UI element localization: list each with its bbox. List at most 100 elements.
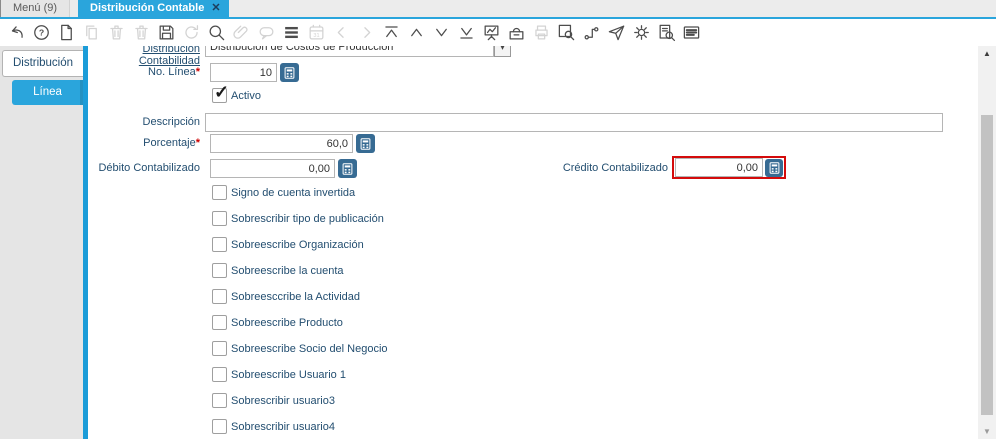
save-icon[interactable] [157, 23, 176, 42]
chevron-down-icon[interactable]: ▾ [494, 46, 511, 57]
calculator-icon [342, 162, 353, 175]
calculator-button[interactable] [280, 63, 299, 82]
row-checkbox: Sobreescribe Usuario 1 [88, 367, 978, 389]
calculator-icon [769, 161, 779, 174]
descripcion-input[interactable] [205, 113, 943, 132]
vertical-scrollbar[interactable]: ▲ ▼ [978, 46, 996, 439]
application-window: Menú (9) Distribución Contable ✕ ? 31 Dis… [0, 0, 996, 439]
distribucion-combobox[interactable] [205, 46, 494, 57]
report-icon[interactable] [657, 23, 676, 42]
credito-label: Crédito Contabilizado [562, 162, 668, 174]
parent-record-icon [332, 23, 351, 42]
previous-record-icon[interactable] [407, 23, 426, 42]
attachment-icon [232, 23, 251, 42]
tab-distribucion-contable[interactable]: Distribución Contable ✕ [78, 0, 229, 17]
calculator-icon [360, 137, 371, 150]
find-icon[interactable] [207, 23, 226, 42]
checkbox-sobreescribe-actividad[interactable] [212, 289, 227, 304]
checkbox-label: Sobreescribe la cuenta [231, 265, 344, 277]
row-checkbox: Sobreescribe Producto [88, 315, 978, 337]
help-icon[interactable]: ? [32, 23, 51, 42]
checkbox-sobrescribir-tipo-publicacion[interactable] [212, 211, 227, 226]
calculator-button[interactable] [356, 134, 375, 153]
checkbox-sobrescribir-usuario3[interactable] [212, 393, 227, 408]
send-mail-icon[interactable] [607, 23, 626, 42]
copy-record-icon [82, 23, 101, 42]
refresh-icon [182, 23, 201, 42]
checkbox-signo-cuenta-invertida[interactable] [212, 185, 227, 200]
window-tab-bar: Menú (9) Distribución Contable ✕ [0, 0, 996, 17]
sidebar-tab-panel: Distribución Línea [0, 46, 83, 439]
required-mark: * [195, 137, 200, 149]
calculator-button[interactable] [765, 158, 783, 177]
calculator-icon [284, 66, 295, 79]
print-icon [532, 23, 551, 42]
close-icon[interactable]: ✕ [211, 0, 220, 17]
row-no-linea: No. Línea* [88, 62, 978, 84]
row-activo: Activo [88, 82, 978, 110]
no-linea-label: No. Línea* [148, 66, 200, 78]
detail-record-icon [357, 23, 376, 42]
row-checkbox: Sobrescribir usuario4 [88, 419, 978, 439]
checkbox-label: Sobreesccribe la Actividad [231, 291, 361, 303]
checkbox-sobreescribe-organizacion[interactable] [212, 237, 227, 252]
row-porcentaje: Porcentaje* [88, 133, 978, 155]
checkbox-sobrescribir-usuario4[interactable] [212, 419, 227, 434]
credito-input[interactable] [675, 158, 763, 177]
calendar-icon: 31 [307, 23, 326, 42]
activo-checkbox[interactable] [212, 82, 229, 103]
activo-label: Activo [231, 90, 261, 102]
chat-icon [257, 23, 276, 42]
calculator-button[interactable] [338, 159, 357, 178]
svg-text:?: ? [39, 28, 44, 38]
grid-toggle-icon[interactable] [282, 23, 301, 42]
row-debito-credito: Débito Contabilizado Crédito Contabiliza… [88, 156, 978, 180]
row-checkbox: Sobreescribe Socio del Negocio [88, 341, 978, 363]
new-record-icon[interactable] [57, 23, 76, 42]
print-preview-icon[interactable] [557, 23, 576, 42]
last-record-icon[interactable] [457, 23, 476, 42]
debito-label: Débito Contabilizado [98, 162, 200, 174]
tab-menu[interactable]: Menú (9) [1, 0, 71, 17]
checkbox-sobreescribe-socio-negocio[interactable] [212, 341, 227, 356]
svg-text:31: 31 [313, 33, 319, 39]
checkbox-sobreescribe-producto[interactable] [212, 315, 227, 330]
scroll-down-icon[interactable]: ▼ [978, 427, 996, 436]
archive-icon[interactable] [507, 23, 526, 42]
checkbox-label: Sobrescribir usuario3 [231, 395, 335, 407]
workflow-icon[interactable] [582, 23, 601, 42]
next-record-icon[interactable] [432, 23, 451, 42]
debito-input[interactable] [210, 159, 335, 178]
porcentaje-input[interactable] [210, 134, 353, 153]
process-icon[interactable] [632, 23, 651, 42]
row-checkbox: Signo de cuenta invertida [88, 185, 978, 207]
presentation-icon[interactable] [482, 23, 501, 42]
sidebar-tab-linea[interactable]: Línea [12, 80, 83, 105]
credito-focus-ring [672, 156, 786, 179]
checkbox-sobreescribe-cuenta[interactable] [212, 263, 227, 278]
first-record-icon[interactable] [382, 23, 401, 42]
scrollbar-thumb[interactable] [981, 115, 993, 415]
row-distribucion: Distribución Contabilidad ▾ [88, 46, 978, 67]
required-mark: * [195, 66, 200, 78]
delete-record-icon [107, 23, 126, 42]
no-linea-input[interactable] [210, 63, 277, 82]
toolbar: ? 31 [0, 19, 996, 46]
checkbox-sobreescribe-usuario1[interactable] [212, 367, 227, 382]
descripcion-label: Descripción [142, 116, 200, 128]
checkbox-label: Sobrescribir usuario4 [231, 421, 335, 433]
row-checkbox: Sobrescribir tipo de publicación [88, 211, 978, 233]
checkbox-label: Sobreescribe Usuario 1 [231, 369, 346, 381]
checkbox-label: Sobreescribe Producto [231, 317, 343, 329]
checkbox-label: Sobreescribe Organización [231, 239, 364, 251]
sidebar-tab-distribucion[interactable]: Distribución [2, 50, 83, 77]
checkbox-label: Signo de cuenta invertida [231, 187, 356, 199]
row-checkbox: Sobreesccribe la Actividad [88, 289, 978, 311]
checkbox-label: Sobrescribir tipo de publicación [231, 213, 384, 225]
undo-icon[interactable] [7, 23, 26, 42]
row-checkbox: Sobrescribir usuario3 [88, 393, 978, 415]
row-checkbox: Sobreescribe la cuenta [88, 263, 978, 285]
active-tab-label: Distribución Contable [90, 2, 205, 14]
window-lines-icon[interactable] [682, 23, 701, 42]
scroll-up-icon[interactable]: ▲ [978, 49, 996, 58]
